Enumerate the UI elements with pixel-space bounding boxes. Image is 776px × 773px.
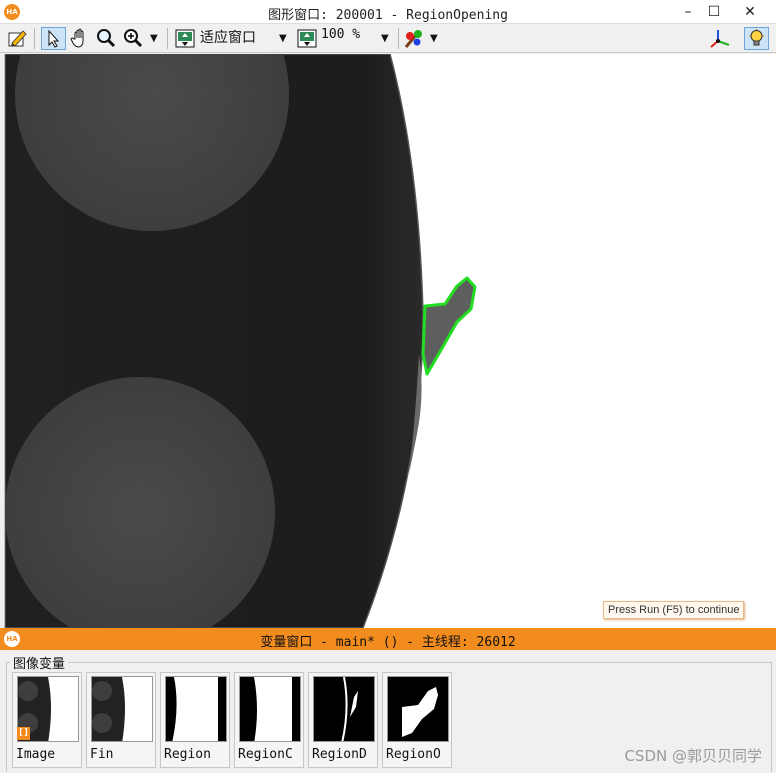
thumbnail-preview <box>387 676 449 742</box>
variable-thumbnail-regiond[interactable]: RegionD <box>308 672 378 768</box>
thumbnail-caption: Region <box>164 747 211 762</box>
graphics-window-titlebar[interactable]: HA 图形窗口: 200001 - RegionOpening – ☐ ✕ <box>0 0 776 24</box>
fit-window-dropdown-arrow[interactable]: ▼ <box>279 28 287 49</box>
variable-window-title: 变量窗口 - main* () - 主线程: 26012 <box>260 635 516 650</box>
zoom-in-icon[interactable] <box>122 27 144 50</box>
fit-window-icon[interactable] <box>174 27 196 50</box>
color-palette-icon[interactable] <box>403 27 425 50</box>
gray-image <box>5 54 477 628</box>
thumbnail-caption: RegionO <box>386 747 441 762</box>
axes-icon[interactable] <box>709 27 731 50</box>
variable-thumbnail-regiono[interactable]: RegionO <box>382 672 452 768</box>
thumbnail-preview <box>91 676 153 742</box>
graphics-toolbar: ▼ 适应窗口 ▼ 100 % ▼ ▼ <box>0 24 776 53</box>
variable-thumbnail-region[interactable]: Region <box>160 672 230 768</box>
thumbnail-preview <box>313 676 375 742</box>
run-hint-tooltip: Press Run (F5) to continue <box>603 601 745 619</box>
lightbulb-icon[interactable] <box>744 27 769 50</box>
variable-window-titlebar[interactable]: HA 变量窗口 - main* () - 主线程: 26012 <box>0 628 776 650</box>
thumbnail-preview <box>165 676 227 742</box>
zoom-dropdown-arrow[interactable]: ▼ <box>150 28 158 49</box>
thumbnail-caption: Image <box>16 747 56 762</box>
pointer-icon[interactable] <box>41 27 66 50</box>
csdn-watermark: CSDN @郭贝贝同学 <box>624 747 762 765</box>
thumbnail-caption: RegionC <box>238 747 293 762</box>
graphics-window-title: 图形窗口: 200001 - RegionOpening <box>268 8 508 23</box>
halcon-window: HA 图形窗口: 200001 - RegionOpening – ☐ ✕ ▼ … <box>0 0 776 773</box>
variable-thumbnail-regionc[interactable]: RegionC <box>234 672 304 768</box>
active-marker: [] <box>17 727 30 740</box>
variable-thumbnail-image[interactable]: [] Image <box>12 672 82 768</box>
magnifier-icon[interactable] <box>95 27 117 50</box>
color-dropdown-arrow[interactable]: ▼ <box>430 28 438 49</box>
image-variables-label: 图像变量 <box>10 653 69 672</box>
thumbnail-caption: Fin <box>90 747 114 762</box>
minimize-button[interactable]: – <box>674 2 702 22</box>
fit-window-label[interactable]: 适应窗口 <box>200 27 256 50</box>
zoom-value-dropdown-arrow[interactable]: ▼ <box>381 28 389 49</box>
zoom-percent-icon[interactable] <box>296 27 318 50</box>
edit-icon[interactable] <box>6 27 28 50</box>
image-canvas[interactable] <box>4 54 776 628</box>
pan-hand-icon[interactable] <box>69 27 91 50</box>
variable-thumbnail-fin[interactable]: Fin <box>86 672 156 768</box>
close-button[interactable]: ✕ <box>728 2 772 22</box>
zoom-value[interactable]: 100 % <box>321 27 360 42</box>
thumbnail-caption: RegionD <box>312 747 367 762</box>
maximize-button[interactable]: ☐ <box>700 2 728 22</box>
thumbnail-preview <box>239 676 301 742</box>
